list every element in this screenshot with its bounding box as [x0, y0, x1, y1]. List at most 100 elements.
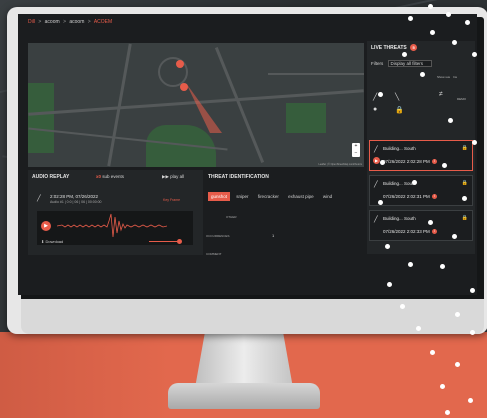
- breadcrumb-item[interactable]: acoom: [45, 19, 60, 25]
- sub-events-label: sub events: [102, 174, 125, 179]
- info-icon[interactable]: i: [431, 159, 437, 165]
- decorative-dot: [402, 52, 407, 57]
- key-frame-label[interactable]: Key Frame: [163, 198, 180, 202]
- gun-icon: ╱: [37, 196, 41, 202]
- tab-exhaust-pipe[interactable]: exhaust pipe: [285, 192, 317, 201]
- park-area: [286, 103, 326, 133]
- occurrences-value: 1: [272, 233, 275, 238]
- volume-slider[interactable]: [149, 241, 179, 242]
- decorative-dot: [472, 140, 477, 145]
- breadcrumb-item[interactable]: acoom: [69, 19, 84, 25]
- rifle-filter-icon[interactable]: ╲: [395, 93, 399, 101]
- toggle-filter-icon[interactable]: ●: [373, 106, 377, 113]
- decorative-dot: [408, 16, 413, 21]
- live-threats-title: LIVE THREATS 5: [371, 44, 418, 51]
- info-icon[interactable]: i: [431, 229, 437, 235]
- threat-time: 07/26/2022 2:02:31 PM i: [383, 194, 437, 200]
- gun-icon: ╱: [374, 147, 378, 153]
- decorative-dot: [440, 264, 445, 269]
- filter-icons: Show sus Ins ╱ ╲ ≠ 🔒 ● DEMO: [371, 75, 471, 117]
- zoom-control[interactable]: + −: [352, 143, 360, 157]
- occurrences-label: OCCURRENCES: [206, 234, 230, 238]
- threat-location: Building... South: [383, 181, 416, 186]
- threat-card[interactable]: ╱ Building... South 🔒 07/26/2022 2:02:33…: [369, 210, 473, 241]
- filters-select[interactable]: Display all filters: [387, 60, 433, 67]
- filter-label: Show sus: [437, 75, 451, 79]
- decorative-dot: [378, 92, 383, 97]
- decorative-dot: [416, 326, 421, 331]
- threat-card[interactable]: ╱ Building... South 🔒 07/26/2022 2:02:31…: [369, 175, 473, 206]
- threat-card[interactable]: ╱ Building... South 🔒 ▶ 07/26/2022 2:02:…: [369, 140, 473, 171]
- decorative-dot: [440, 384, 445, 389]
- breadcrumb-item[interactable]: Dill: [28, 19, 35, 25]
- filter-label: Ins: [453, 75, 458, 79]
- threat-location: Building... South: [383, 216, 416, 221]
- audio-replay-title: AUDIO REPLAY: [32, 174, 70, 180]
- threat-identification-panel: THREAT IDENTIFICATION gunshot sniper fir…: [206, 170, 364, 256]
- gun-icon: ╱: [374, 217, 378, 223]
- gun-icon: ╱: [374, 182, 378, 188]
- gun-filter-icon[interactable]: ╱: [373, 93, 377, 101]
- map-road: [268, 73, 364, 75]
- decorative-dot: [442, 163, 447, 168]
- sub-events[interactable]: x0 sub events: [96, 174, 124, 179]
- comment-label: COMMENT: [206, 252, 222, 256]
- tab-firecracker[interactable]: firecracker: [255, 192, 282, 201]
- monitor-chin: [21, 299, 484, 334]
- decorative-dot: [455, 312, 460, 317]
- decorative-dot: [430, 350, 435, 355]
- waveform-player[interactable]: ▶ ⬇ Download: [37, 211, 193, 245]
- app-screen: Dill > acoom > acoom > ACOEM + − Leaflet …: [18, 14, 477, 295]
- lock-icon[interactable]: 🔒: [462, 215, 468, 221]
- decorative-dot: [420, 72, 425, 77]
- decorative-dot: [385, 244, 390, 249]
- play-all-button[interactable]: ▶▶ play all: [162, 174, 184, 180]
- threat-time-text: 07/26/2022 2:02:28 PM: [383, 159, 430, 164]
- waveform-line: [57, 213, 167, 238]
- tab-wind[interactable]: wind: [320, 192, 335, 201]
- decorative-dot: [470, 330, 475, 335]
- decorative-dot: [430, 30, 435, 35]
- audio-replay-panel: AUDIO REPLAY x0 sub events ▶▶ play all ╱…: [28, 170, 203, 255]
- breadcrumb-separator: >: [63, 19, 66, 25]
- monitor-foot: [168, 383, 320, 409]
- map-road: [214, 46, 265, 164]
- decorative-dot: [470, 288, 475, 293]
- breadcrumb-separator: >: [87, 19, 91, 25]
- map-attribution: Leaflet | © OpenStreetMap contributors: [318, 163, 363, 166]
- tab-gunshot[interactable]: gunshot: [208, 192, 231, 201]
- not-equal-filter-icon[interactable]: ≠: [439, 91, 443, 98]
- map-view[interactable]: + − Leaflet | © OpenStreetMap contributor…: [28, 43, 364, 167]
- breadcrumb-current: ACOEM: [93, 19, 113, 25]
- decorative-dot: [378, 200, 383, 205]
- lock-icon[interactable]: 🔒: [462, 180, 468, 186]
- threat-location: Building... South: [383, 146, 416, 151]
- play-icon[interactable]: ▶: [373, 157, 380, 164]
- event-meta: Audio #1 | 0:0 | 06 | 06 | 00:00:00: [50, 200, 102, 204]
- sub-events-count: x0: [96, 174, 102, 179]
- decorative-dot: [412, 180, 417, 185]
- threat-time: 07/26/2022 2:02:28 PM i: [383, 159, 437, 165]
- lock-icon[interactable]: 🔒: [462, 145, 468, 151]
- lock-filter-icon[interactable]: 🔒: [395, 106, 404, 114]
- threat-type-tabs: gunshot sniper firecracker exhaust pipe …: [208, 192, 337, 201]
- download-button[interactable]: ⬇ Download: [41, 239, 63, 244]
- play-icon[interactable]: ▶: [41, 221, 51, 231]
- decorative-dot: [452, 234, 457, 239]
- threat-marker[interactable]: [180, 83, 188, 91]
- volume-knob[interactable]: [177, 239, 182, 244]
- filters-label: Filters: [371, 61, 384, 66]
- sensor-marker[interactable]: [176, 60, 184, 68]
- info-icon[interactable]: i: [431, 194, 437, 200]
- demo-label: DEMO: [457, 97, 466, 101]
- decorative-dot: [446, 12, 451, 17]
- decorative-dot: [428, 220, 433, 225]
- park-area: [28, 83, 54, 153]
- decorative-dot: [428, 4, 433, 9]
- decorative-dot: [455, 362, 460, 367]
- download-label: Download: [45, 239, 64, 244]
- tab-sniper[interactable]: sniper: [233, 192, 251, 201]
- threat-time-text: 07/26/2022 2:02:31 PM: [383, 194, 430, 199]
- live-threats-label: LIVE THREATS: [371, 44, 407, 51]
- waveform: [57, 213, 167, 238]
